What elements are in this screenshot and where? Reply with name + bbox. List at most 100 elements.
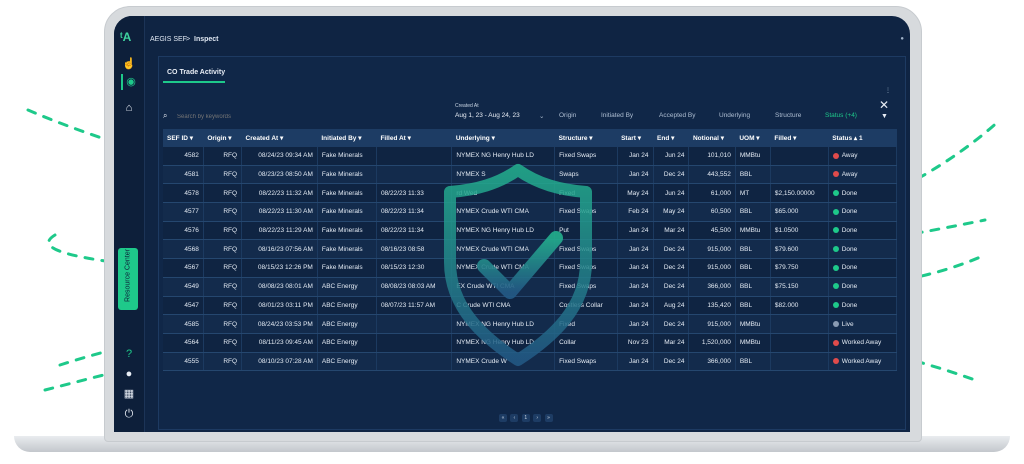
table-row[interactable]: 4577 RFQ 08/22/23 11:30 AM Fake Minerals 08/… xyxy=(163,202,898,222)
status-text: Done xyxy=(841,264,858,272)
search-bar: ⌕ xyxy=(163,111,313,125)
accepted-by-filter[interactable]: Accepted By xyxy=(659,112,696,119)
top-bar: AEGIS SEF > Inspect ● xyxy=(144,32,910,48)
table-row[interactable]: 4568 RFQ 08/16/23 07:56 AM Fake Minerals 08/… xyxy=(163,239,898,260)
initiated-by-filter[interactable]: Initiated By xyxy=(601,112,633,119)
column-header[interactable]: UOM ▾ xyxy=(735,129,771,147)
cell-filled_at: 08/16/23 08:58 xyxy=(376,239,453,260)
close-icon[interactable]: ✕ xyxy=(879,98,889,112)
table-row[interactable]: 4555 RFQ 08/10/23 07:28 AM ABC Energy NYMEX … xyxy=(163,352,898,372)
cell-filled_at: 08/07/23 11:57 AM xyxy=(376,296,453,316)
cell-struct: Fixed xyxy=(554,183,618,204)
created-at-filter[interactable]: Aug 1, 23 - Aug 24, 23 xyxy=(455,112,520,119)
resource-center-tab[interactable]: Resource Center xyxy=(118,248,138,310)
status-dot-icon xyxy=(832,358,839,365)
status-filter[interactable]: Status (+4) xyxy=(825,112,857,119)
next-page-button[interactable]: › xyxy=(533,414,542,422)
home-icon[interactable]: ⌂ xyxy=(121,100,137,116)
cell-notional: 60,500 xyxy=(688,202,736,222)
settings-dot-icon[interactable]: ● xyxy=(900,36,904,42)
first-page-button[interactable]: « xyxy=(499,414,507,422)
underlying-filter[interactable]: Underlying xyxy=(719,112,750,119)
status-dot-icon xyxy=(832,227,839,234)
cell-struct: Fixed Swaps xyxy=(554,202,618,222)
column-header[interactable]: Origin ▾ xyxy=(203,129,242,147)
status-text: Done xyxy=(841,245,858,253)
cell-created: 08/11/23 09:45 AM xyxy=(241,333,318,353)
power-icon[interactable]: ⏻ xyxy=(121,406,137,422)
cell-struct: Costless Collar xyxy=(554,296,618,316)
column-header[interactable]: Filled ▾ xyxy=(770,129,829,147)
cell-init: Fake Minerals xyxy=(317,202,377,222)
cell-uom: MMBtu xyxy=(735,221,771,241)
cell-init: ABC Energy xyxy=(317,277,377,297)
column-header[interactable]: Start ▾ xyxy=(617,129,654,147)
tab-co-trade-activity[interactable]: CO Trade Activity xyxy=(167,69,225,76)
more-options-icon[interactable]: ⋮ xyxy=(885,87,891,94)
table-row[interactable]: 4576 RFQ 08/22/23 11:29 AM Fake Minerals 08/… xyxy=(163,221,898,241)
cell-struct: Collar xyxy=(554,333,618,353)
structure-filter[interactable]: Structure xyxy=(775,112,801,119)
column-header[interactable]: SEF ID ▾ xyxy=(163,129,204,147)
user-icon[interactable]: ● xyxy=(121,366,137,382)
column-header[interactable]: End ▾ xyxy=(653,129,689,147)
cell-status: Worked Away xyxy=(828,352,898,372)
cell-created: 08/16/23 07:56 AM xyxy=(241,239,318,260)
cell-uom: BBL xyxy=(735,202,771,222)
status-dot-icon xyxy=(832,339,839,346)
help-icon[interactable]: ? xyxy=(121,346,137,362)
table-row[interactable]: 4547 RFQ 08/01/23 03:11 PM ABC Energy 08/07/… xyxy=(163,296,898,316)
prev-page-button[interactable]: ‹ xyxy=(510,414,519,422)
cell-created: 08/15/23 12:26 PM xyxy=(241,258,318,278)
filter-funnel-icon[interactable]: ▼ xyxy=(881,113,888,120)
chevron-down-icon[interactable]: ⌄ xyxy=(539,112,544,120)
column-header[interactable]: Initiated By ▾ xyxy=(317,129,377,147)
column-header[interactable]: Created At ▾ xyxy=(241,129,318,147)
cell-filled_at xyxy=(376,352,453,372)
last-page-button[interactable]: » xyxy=(544,414,553,422)
cell-origin: RFQ xyxy=(203,183,243,204)
table-row[interactable]: 4581 RFQ 08/23/23 08:50 AM Fake Minerals NYM… xyxy=(163,165,898,185)
search-input[interactable] xyxy=(177,111,307,123)
cell-filled xyxy=(770,147,829,166)
cell-uom: BBL xyxy=(735,352,771,372)
trade-activity-panel: CO Trade Activity ⌕ Created At Aug 1, 23… xyxy=(158,56,906,430)
cell-origin: RFQ xyxy=(203,277,243,297)
cell-filled: $75.150 xyxy=(770,277,829,297)
table-row[interactable]: 4567 RFQ 08/15/23 12:26 PM Fake Minerals 08/… xyxy=(163,258,898,278)
table-row[interactable]: 4578 RFQ 08/22/23 11:32 AM Fake Minerals 08/… xyxy=(163,183,898,204)
origin-filter[interactable]: Origin xyxy=(559,112,576,119)
column-header[interactable]: Structure ▾ xyxy=(554,129,618,147)
breadcrumb-app[interactable]: AEGIS SEF xyxy=(150,36,187,43)
cell-end: May 24 xyxy=(653,202,690,222)
column-header[interactable]: Filled At ▾ xyxy=(376,129,452,147)
column-header[interactable]: Status ▴ 1 xyxy=(828,129,897,147)
cell-init: ABC Energy xyxy=(317,296,377,316)
table-row[interactable]: 4564 RFQ 08/11/23 09:45 AM ABC Energy NYMEX … xyxy=(163,333,898,353)
cell-uom: BBL xyxy=(735,165,771,185)
cell-status: Away xyxy=(828,147,898,166)
current-page[interactable]: 1 xyxy=(521,414,530,422)
cell-filled_at: 08/22/23 11:33 xyxy=(376,183,453,204)
hand-pointer-icon[interactable]: ☝ xyxy=(121,56,137,72)
cell-uom: BBL xyxy=(735,296,771,316)
cell-status: Done xyxy=(828,258,898,278)
cell-origin: RFQ xyxy=(203,352,243,372)
table-row[interactable]: 4585 RFQ 08/24/23 03:53 PM ABC Energy NYMEX … xyxy=(163,314,898,334)
cell-id: 4585 xyxy=(163,314,204,334)
apps-grid-icon[interactable]: ▦ xyxy=(121,386,137,402)
cell-created: 08/24/23 09:34 AM xyxy=(241,147,318,166)
cell-notional: 915,000 xyxy=(688,258,736,278)
cell-id: 4567 xyxy=(163,258,204,278)
status-dot-icon xyxy=(832,264,839,271)
column-header[interactable]: Notional ▾ xyxy=(688,129,736,147)
cell-filled: $65.000 xyxy=(770,202,829,222)
column-header[interactable]: Underlying ▾ xyxy=(451,129,555,147)
table-row[interactable]: 4582 RFQ 08/24/23 09:34 AM Fake Minerals NYM… xyxy=(163,147,898,166)
cell-origin: RFQ xyxy=(203,314,243,334)
cell-filled_at xyxy=(376,165,453,185)
table-row[interactable]: 4549 RFQ 08/08/23 08:01 AM ABC Energy 08/08/… xyxy=(163,277,898,297)
cell-under: NYMEX NG Henry Hub LD xyxy=(451,314,556,334)
cell-origin: RFQ xyxy=(203,221,243,241)
eye-icon[interactable]: ◉ xyxy=(121,74,139,90)
